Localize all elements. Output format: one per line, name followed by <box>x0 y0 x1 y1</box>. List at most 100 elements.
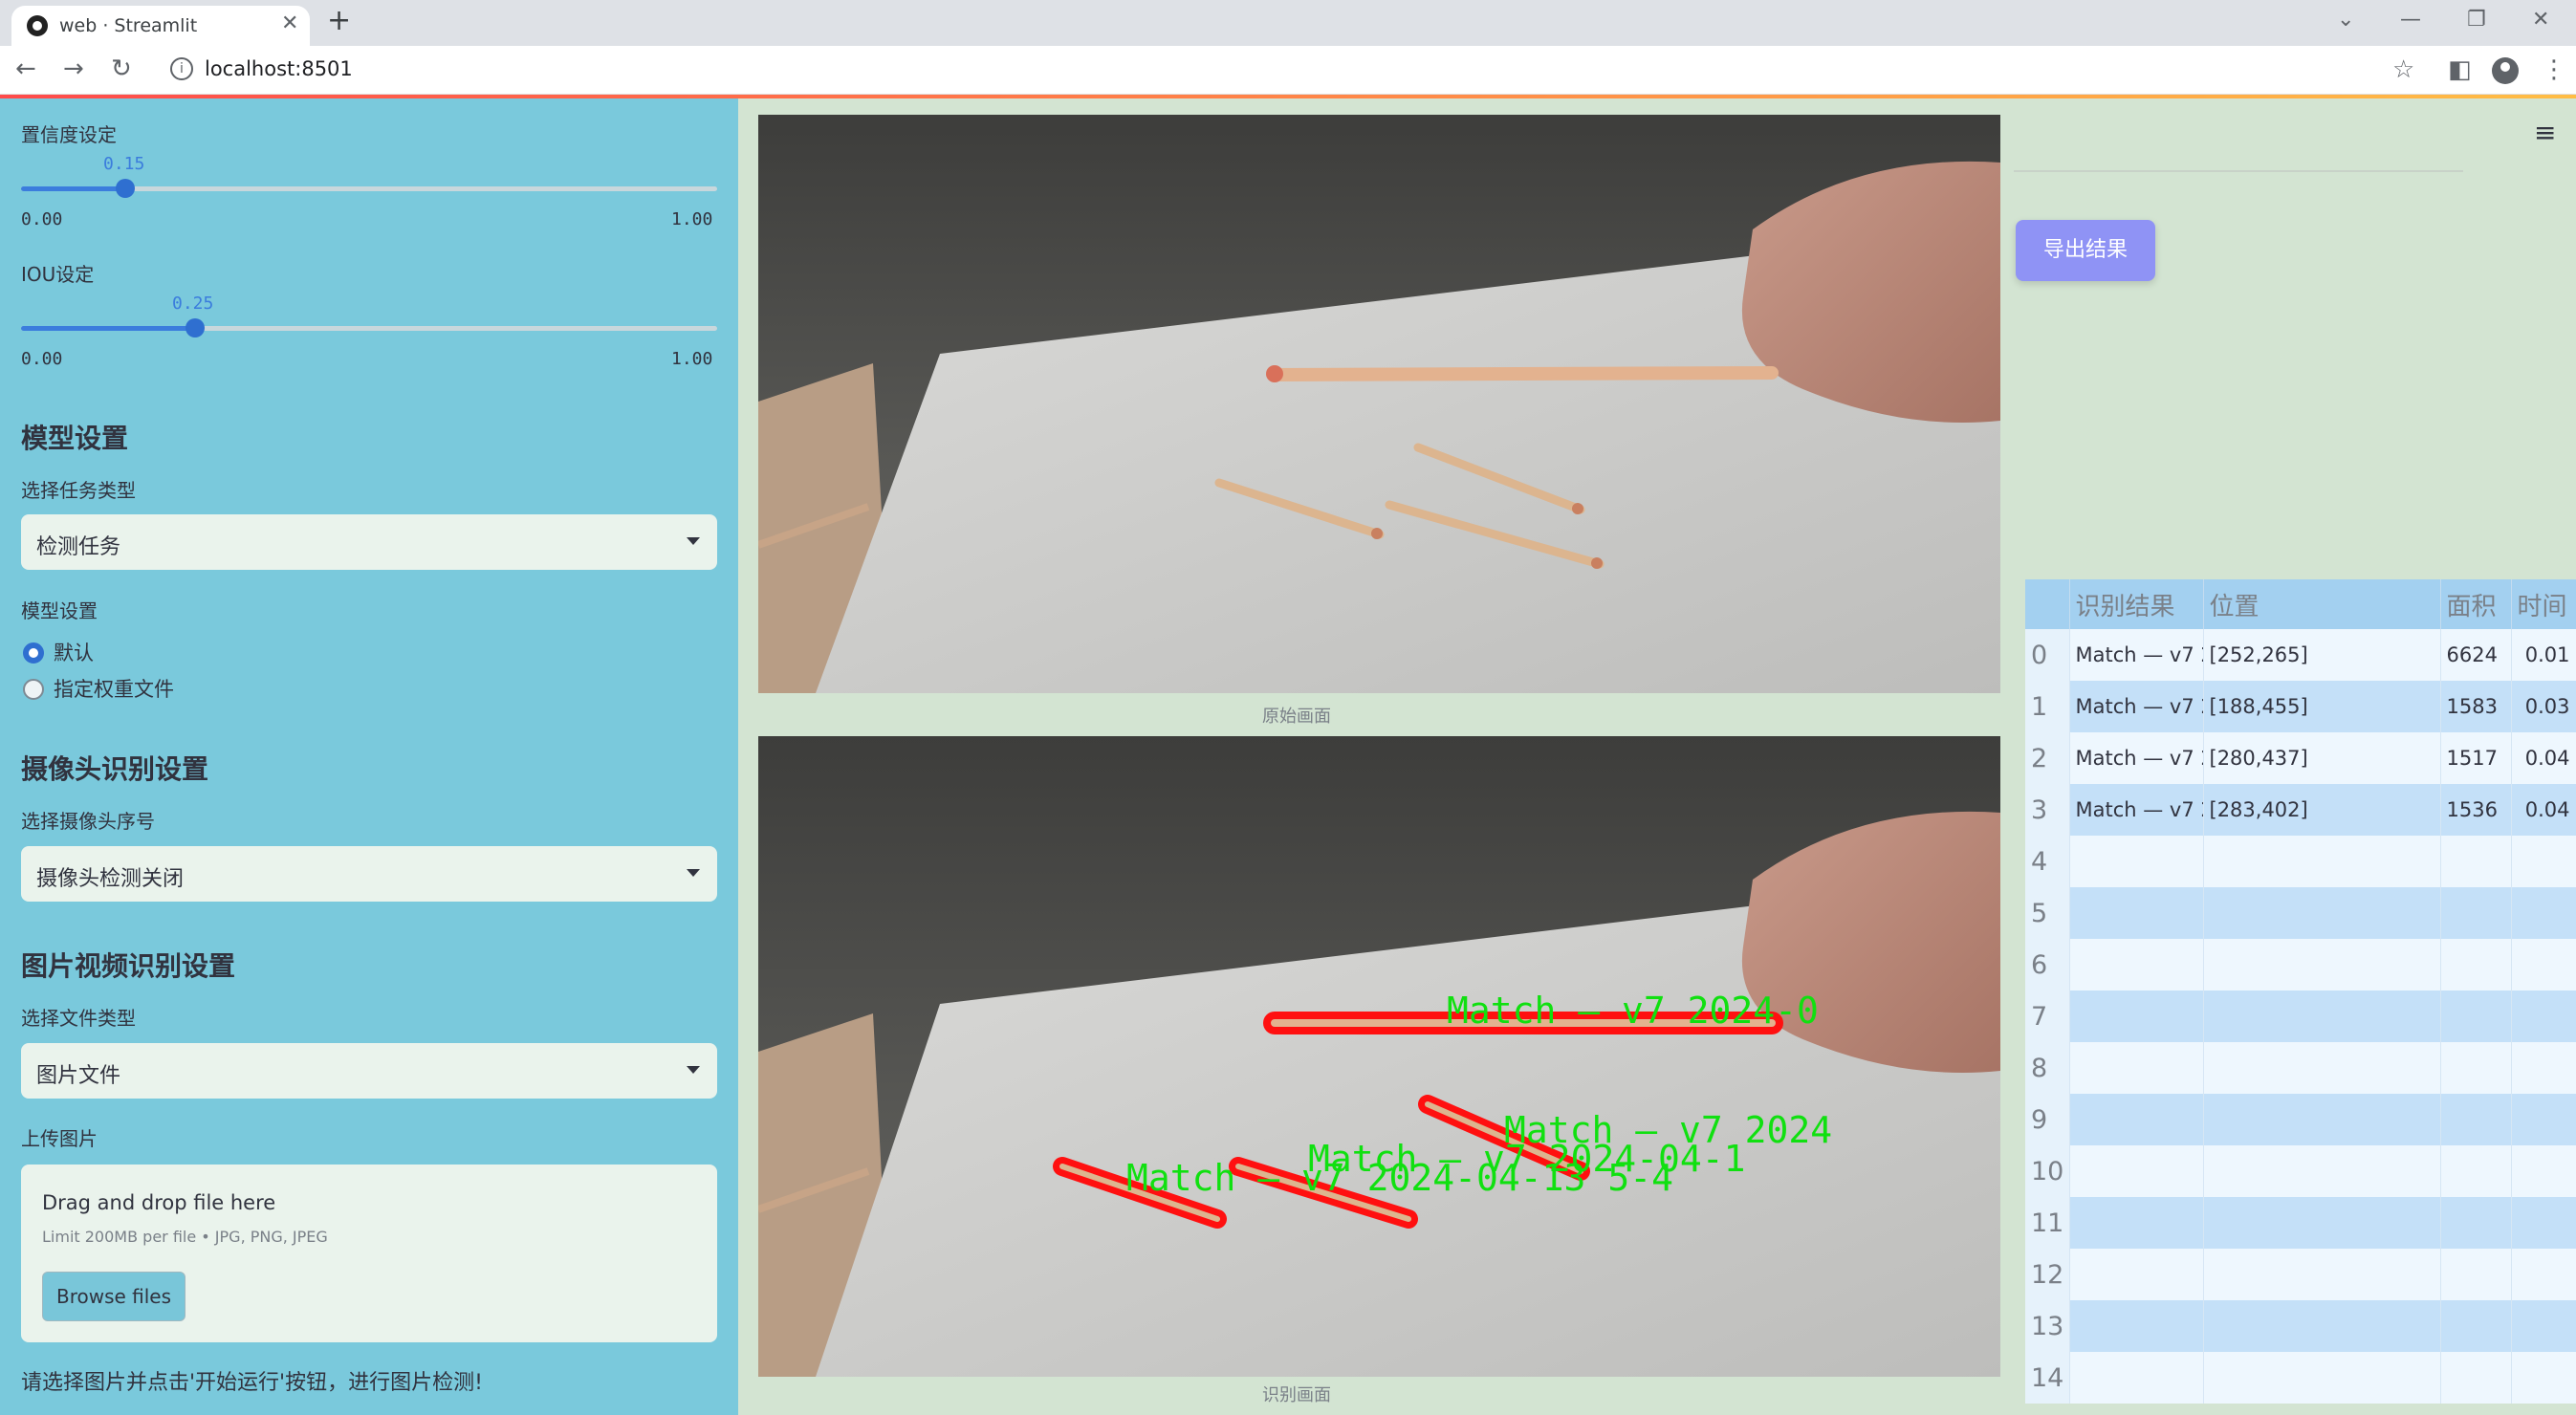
position-cell[interactable]: [283,402] <box>2203 784 2441 836</box>
position-cell[interactable] <box>2203 887 2441 939</box>
area-cell[interactable] <box>2440 1094 2512 1145</box>
radio-default[interactable]: 默认 <box>23 638 94 666</box>
export-results-button[interactable]: 导出结果 <box>2016 220 2155 281</box>
row-index[interactable]: 0 <box>2025 629 2070 681</box>
time-cell[interactable]: 0.04 <box>2511 784 2576 836</box>
time-cell[interactable] <box>2511 939 2576 990</box>
back-arrow-icon[interactable]: ← <box>15 54 36 83</box>
row-index[interactable]: 1 <box>2025 681 2070 732</box>
time-cell[interactable]: 0.01 <box>2511 629 2576 681</box>
row-index[interactable]: 7 <box>2025 990 2070 1042</box>
table-row[interactable]: 12 <box>2025 1249 2576 1300</box>
position-cell[interactable] <box>2203 1300 2441 1352</box>
table-row[interactable]: 0Match — v7 2024-04-13 5-45pm[252,265]66… <box>2025 629 2576 681</box>
star-icon[interactable]: ☆ <box>2392 55 2414 84</box>
time-cell[interactable] <box>2511 1300 2576 1352</box>
time-cell[interactable] <box>2511 1094 2576 1145</box>
result-cell[interactable] <box>2069 887 2204 939</box>
row-index[interactable]: 9 <box>2025 1094 2070 1145</box>
table-row[interactable]: 2Match — v7 2024-04-13 5-45pm[280,437]15… <box>2025 732 2576 784</box>
file-uploader-dropzone[interactable]: Drag and drop file here Limit 200MB per … <box>21 1165 717 1342</box>
time-cell[interactable] <box>2511 836 2576 887</box>
minimize-button[interactable]: — <box>2400 8 2421 32</box>
tab-close-icon[interactable]: ✕ <box>281 11 298 35</box>
time-cell[interactable] <box>2511 887 2576 939</box>
result-cell[interactable]: Match — v7 2024-04-13 5-45pm <box>2069 784 2204 836</box>
position-cell[interactable] <box>2203 1042 2441 1094</box>
reload-icon[interactable]: ↻ <box>111 54 132 83</box>
radio-unselected-icon[interactable] <box>23 679 44 700</box>
row-index[interactable]: 8 <box>2025 1042 2070 1094</box>
table-row[interactable]: 14 <box>2025 1352 2576 1404</box>
area-cell[interactable] <box>2440 836 2512 887</box>
iou-slider-thumb[interactable] <box>186 318 205 337</box>
forward-arrow-icon[interactable]: → <box>63 54 84 83</box>
kebab-menu-icon[interactable]: ⋮ <box>2542 55 2566 84</box>
position-cell[interactable] <box>2203 1094 2441 1145</box>
time-cell[interactable] <box>2511 1145 2576 1197</box>
area-cell[interactable] <box>2440 990 2512 1042</box>
time-cell[interactable] <box>2511 1197 2576 1249</box>
position-cell[interactable] <box>2203 1197 2441 1249</box>
task-type-select[interactable]: 检测任务 <box>21 514 717 570</box>
time-cell[interactable] <box>2511 990 2576 1042</box>
row-index[interactable]: 4 <box>2025 836 2070 887</box>
result-cell[interactable] <box>2069 939 2204 990</box>
area-cell[interactable] <box>2440 939 2512 990</box>
area-cell[interactable] <box>2440 1249 2512 1300</box>
position-cell[interactable] <box>2203 836 2441 887</box>
hamburger-menu-icon[interactable]: ≡ <box>2534 117 2556 148</box>
profile-icon[interactable] <box>2492 57 2519 84</box>
position-cell[interactable]: [188,455] <box>2203 681 2441 732</box>
table-row[interactable]: 1Match — v7 2024-04-13 5-45pm[188,455]15… <box>2025 681 2576 732</box>
table-row[interactable]: 5 <box>2025 887 2576 939</box>
result-cell[interactable]: Match — v7 2024-04-13 5-45pm <box>2069 732 2204 784</box>
result-cell[interactable] <box>2069 1197 2204 1249</box>
time-cell[interactable] <box>2511 1042 2576 1094</box>
time-cell[interactable] <box>2511 1352 2576 1404</box>
result-cell[interactable] <box>2069 1249 2204 1300</box>
area-cell[interactable] <box>2440 1197 2512 1249</box>
position-cell[interactable] <box>2203 1352 2441 1404</box>
confidence-slider-thumb[interactable] <box>116 179 136 198</box>
column-header-position[interactable]: 位置 <box>2203 579 2441 629</box>
radio-custom-weights[interactable]: 指定权重文件 <box>23 674 174 703</box>
row-index[interactable]: 2 <box>2025 732 2070 784</box>
confidence-slider[interactable] <box>21 179 717 198</box>
position-cell[interactable] <box>2203 1145 2441 1197</box>
position-cell[interactable] <box>2203 1249 2441 1300</box>
position-cell[interactable] <box>2203 939 2441 990</box>
area-cell[interactable]: 1517 <box>2440 732 2512 784</box>
row-index[interactable]: 14 <box>2025 1352 2070 1404</box>
row-index[interactable]: 5 <box>2025 887 2070 939</box>
result-cell[interactable]: Match — v7 2024-04-13 5-45pm <box>2069 681 2204 732</box>
area-cell[interactable] <box>2440 1145 2512 1197</box>
column-header-result[interactable]: 识别结果 <box>2069 579 2204 629</box>
result-cell[interactable] <box>2069 1042 2204 1094</box>
result-cell[interactable]: Match — v7 2024-04-13 5-45pm <box>2069 629 2204 681</box>
browser-tab[interactable]: web · Streamlit ✕ <box>11 6 310 46</box>
result-cell[interactable] <box>2069 836 2204 887</box>
file-type-select[interactable]: 图片文件 <box>21 1043 717 1099</box>
result-cell[interactable] <box>2069 1145 2204 1197</box>
table-row[interactable]: 11 <box>2025 1197 2576 1249</box>
iou-slider[interactable] <box>21 318 717 337</box>
table-row[interactable]: 8 <box>2025 1042 2576 1094</box>
row-index[interactable]: 12 <box>2025 1249 2070 1300</box>
restore-button[interactable]: ❐ <box>2467 8 2486 32</box>
new-tab-button[interactable]: + <box>327 4 351 37</box>
window-close-button[interactable]: ✕ <box>2532 8 2549 32</box>
column-header-time[interactable]: 时间 <box>2511 579 2576 629</box>
sidebar-icon[interactable]: ◧ <box>2448 55 2472 84</box>
area-cell[interactable] <box>2440 1352 2512 1404</box>
row-index[interactable]: 10 <box>2025 1145 2070 1197</box>
result-cell[interactable] <box>2069 990 2204 1042</box>
row-index[interactable]: 13 <box>2025 1300 2070 1352</box>
radio-selected-icon[interactable] <box>23 642 44 664</box>
table-row[interactable]: 6 <box>2025 939 2576 990</box>
table-row[interactable]: 3Match — v7 2024-04-13 5-45pm[283,402]15… <box>2025 784 2576 836</box>
result-cell[interactable] <box>2069 1094 2204 1145</box>
time-cell[interactable] <box>2511 1249 2576 1300</box>
row-index[interactable]: 3 <box>2025 784 2070 836</box>
result-cell[interactable] <box>2069 1352 2204 1404</box>
